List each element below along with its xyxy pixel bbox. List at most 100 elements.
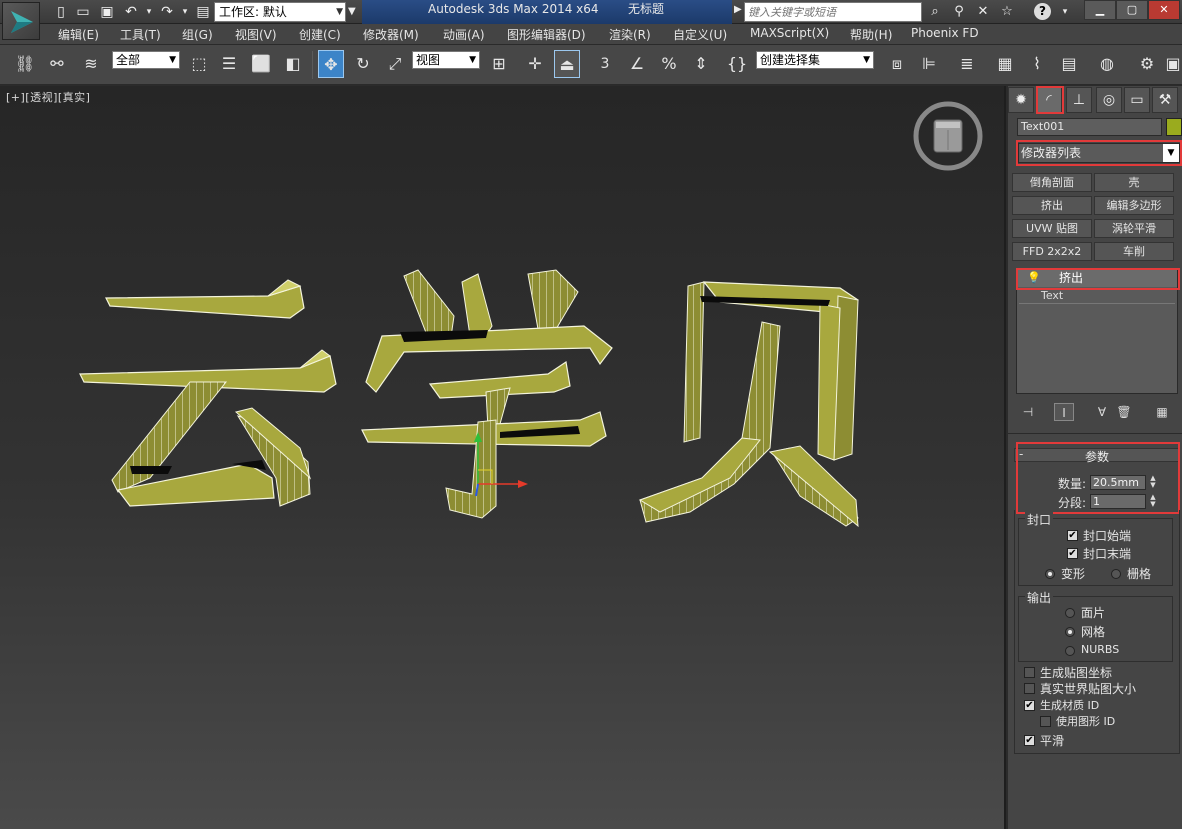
app-logo-button[interactable] — [2, 2, 40, 40]
unlink-selection-icon[interactable]: ⚯ — [44, 50, 70, 78]
snap-dimension-label: 3 — [600, 56, 610, 72]
select-object-icon[interactable]: ⬚ — [186, 50, 212, 78]
layer-manager-icon[interactable]: ≣ — [954, 50, 980, 78]
align-icon[interactable]: ⊫ — [916, 50, 942, 78]
minimize-button[interactable]: ▁ — [1084, 0, 1116, 20]
bind-space-warp-icon[interactable]: ≋ — [78, 50, 104, 78]
stack-divider — [1019, 303, 1175, 304]
redo-dropdown-icon[interactable]: ▾ — [176, 3, 194, 21]
menu-customize[interactable]: 自定义(U) — [673, 26, 727, 43]
command-panel: ✹ ◜ ⊥ ◎ ▭ ⚒ Text001 修改器列表 ▼ 倒角剖面 壳 挤出 编辑多… — [1008, 86, 1182, 829]
show-end-result-icon[interactable]: Ι — [1054, 403, 1074, 421]
select-and-manipulate-icon[interactable]: ✛ — [522, 50, 548, 78]
edit-named-selection-icon[interactable]: {} — [724, 50, 750, 78]
tab-hierarchy[interactable]: ⊥ — [1066, 87, 1092, 113]
graphite-toolset-icon[interactable]: ▦ — [992, 50, 1018, 78]
tab-motion[interactable]: ◎ — [1096, 87, 1122, 113]
favorites-star-icon[interactable]: ☆ — [998, 3, 1016, 21]
mirror-icon[interactable]: ⧈ — [884, 50, 910, 78]
window-crossing-icon[interactable]: ◧ — [280, 50, 306, 78]
binoculars-icon[interactable]: ⌕ — [926, 3, 944, 21]
selection-filter-value: 全部 — [116, 53, 141, 67]
select-and-rotate-icon[interactable]: ↻ — [350, 50, 376, 78]
communication-icon[interactable]: ✕ — [974, 3, 992, 21]
menu-help[interactable]: 帮助(H) — [850, 26, 892, 43]
curve-editor-icon[interactable]: ⌇ — [1024, 50, 1050, 78]
select-and-move-icon[interactable]: ✥ — [318, 50, 344, 78]
search-input[interactable] — [744, 2, 922, 22]
edit-poly-button[interactable]: 编辑多边形 — [1094, 196, 1174, 215]
keyboard-shortcut-override-icon[interactable]: ⏏ — [554, 50, 580, 78]
ffd-button[interactable]: FFD 2x2x2 — [1012, 242, 1092, 261]
reference-coordinate-select[interactable]: 视图 ▼ — [412, 51, 480, 69]
shell-button[interactable]: 壳 — [1094, 173, 1174, 192]
named-selection-set-select[interactable]: 创建选择集 ▼ — [756, 51, 874, 69]
save-file-icon[interactable]: ▣ — [98, 3, 116, 21]
open-file-icon[interactable]: ▭ — [74, 3, 92, 21]
percent-snap-icon[interactable]: % — [656, 50, 682, 78]
undo-icon[interactable]: ↶ — [122, 3, 140, 21]
workspace-value: 工作区: 默认 — [219, 5, 287, 19]
menu-group[interactable]: 组(G) — [182, 26, 213, 43]
menu-create[interactable]: 创建(C) — [299, 26, 341, 43]
material-editor-icon[interactable]: ◍ — [1094, 50, 1120, 78]
make-unique-icon[interactable]: ∀ — [1092, 403, 1112, 421]
workspace-select[interactable]: 工作区: 默认 ▼ — [214, 2, 346, 22]
render-setup-icon[interactable]: ⚙ — [1134, 50, 1160, 78]
menu-rendering[interactable]: 渲染(R) — [609, 26, 651, 43]
pin-stack-icon[interactable]: ⊣ — [1018, 403, 1038, 421]
infocenter-expand-icon[interactable]: ▶ — [734, 4, 742, 15]
menu-maxscript[interactable]: MAXScript(X) — [750, 26, 829, 40]
tab-display[interactable]: ▭ — [1124, 87, 1150, 113]
project-folder-icon[interactable]: ▤ — [194, 3, 212, 21]
menu-phoenix-fd[interactable]: Phoenix FD — [911, 26, 979, 40]
select-by-name-icon[interactable]: ☰ — [216, 50, 242, 78]
remove-modifier-icon[interactable]: 🗑 — [1114, 403, 1134, 421]
quick-access-menu-icon[interactable]: ▼ — [348, 3, 360, 21]
tab-utilities[interactable]: ⚒ — [1152, 87, 1178, 113]
tab-create[interactable]: ✹ — [1008, 87, 1034, 113]
new-file-icon[interactable]: ▯ — [52, 3, 70, 21]
selection-filter-select[interactable]: 全部 ▼ — [112, 51, 180, 69]
stack-item-text[interactable]: Text — [1041, 289, 1063, 302]
angle-snap-icon[interactable]: ∠ — [624, 50, 650, 78]
extruded-glyph-bei[interactable] — [638, 281, 859, 528]
parameters-rollup-body — [1014, 510, 1180, 754]
app-name: Autodesk 3ds Max 2014 x64 — [428, 2, 599, 16]
object-name-field[interactable]: Text001 — [1017, 118, 1162, 136]
turbosmooth-button[interactable]: 涡轮平滑 — [1094, 219, 1174, 238]
menu-views[interactable]: 视图(V) — [235, 26, 277, 43]
help-dropdown-icon[interactable]: ▾ — [1056, 3, 1074, 21]
help-icon[interactable]: ? — [1034, 3, 1051, 20]
uvw-map-button[interactable]: UVW 贴图 — [1012, 219, 1092, 238]
menu-tools[interactable]: 工具(T) — [120, 26, 161, 43]
close-button[interactable]: ✕ — [1148, 0, 1180, 20]
subscription-icon[interactable]: ⚲ — [950, 3, 968, 21]
spinner-snap-icon[interactable]: ⇕ — [688, 50, 714, 78]
menu-animation[interactable]: 动画(A) — [443, 26, 485, 43]
scene-canvas[interactable] — [0, 86, 1006, 829]
snaps-toggle-icon[interactable]: 3 — [592, 50, 618, 78]
render-frame-icon[interactable]: ▣ — [1160, 50, 1182, 78]
select-and-scale-icon[interactable]: ⤢ — [382, 50, 408, 78]
menu-modifiers[interactable]: 修改器(M) — [363, 26, 419, 43]
maximize-button[interactable]: ▢ — [1116, 0, 1148, 20]
perspective-viewport[interactable]: [+][透视][真实] — [0, 86, 1006, 829]
bevel-profile-button[interactable]: 倒角剖面 — [1012, 173, 1092, 192]
configure-modifier-sets-icon[interactable]: ▦ — [1152, 403, 1172, 421]
schematic-view-icon[interactable]: ▤ — [1056, 50, 1082, 78]
rectangular-selection-icon[interactable]: ⬜ — [248, 50, 274, 78]
undo-dropdown-icon[interactable]: ▾ — [140, 3, 158, 21]
main-toolbar: ⛓ ⚯ ≋ 全部 ▼ ⬚ ☰ ⬜ ◧ ✥ ↻ ⤢ 视图 ▼ ⊞ ✛ ⏏ 3 ∠ % … — [0, 45, 1182, 85]
extruded-glyph-yun[interactable] — [79, 279, 337, 507]
max-logo-icon — [11, 11, 33, 33]
select-and-link-icon[interactable]: ⛓ — [12, 50, 38, 78]
extruded-glyph-xue[interactable] — [361, 269, 613, 519]
lathe-button[interactable]: 车削 — [1094, 242, 1174, 261]
extrude-button[interactable]: 挤出 — [1012, 196, 1092, 215]
menu-edit[interactable]: 编辑(E) — [58, 26, 99, 43]
pivot-center-icon[interactable]: ⊞ — [486, 50, 512, 78]
redo-icon[interactable]: ↷ — [158, 3, 176, 21]
object-color-swatch[interactable] — [1166, 118, 1182, 136]
menu-graph-editors[interactable]: 图形编辑器(D) — [507, 26, 586, 43]
